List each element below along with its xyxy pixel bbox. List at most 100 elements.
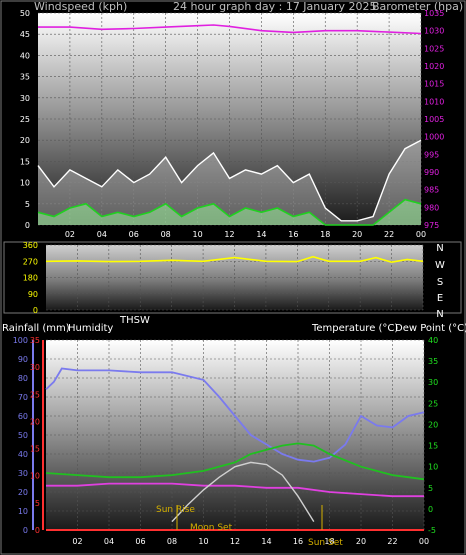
tick-label: 20 — [356, 537, 366, 546]
tick-label: 04 — [104, 537, 114, 546]
tick-label: 04 — [97, 230, 107, 239]
tick-label: 90 — [28, 290, 38, 299]
direction-axis: 0 90 180 270 360 — [23, 241, 38, 315]
tick-label: 06 — [129, 230, 139, 239]
compass-letter: S — [437, 277, 443, 288]
tick-label: 25 — [20, 115, 30, 124]
tick-label: 10 — [198, 537, 208, 546]
tick-label: 15 — [30, 445, 40, 454]
tick-label: 02 — [72, 537, 82, 546]
dewpoint-label: Dew Point (°C) — [395, 323, 466, 334]
tick-label: 0 — [35, 526, 40, 535]
tick-label: 14 — [261, 537, 271, 546]
compass-letters: NWSEN — [435, 243, 445, 320]
tick-label: 1020 — [424, 62, 444, 71]
tick-label: 14 — [256, 230, 266, 239]
tick-label: 06 — [135, 537, 145, 546]
tick-label: 40 — [20, 51, 30, 60]
tick-label: 10 — [428, 463, 438, 472]
tick-label: -5 — [428, 526, 436, 535]
tick-label: 20 — [18, 488, 28, 497]
tick-label: 980 — [424, 203, 439, 212]
tick-label: 35 — [20, 73, 30, 82]
tick-label: 360 — [23, 241, 38, 250]
tick-label: 16 — [293, 537, 303, 546]
tick-label: 180 — [23, 274, 38, 283]
tick-label: 20 — [20, 136, 30, 145]
tick-label: 0 — [428, 505, 433, 514]
tick-label: 1025 — [424, 44, 444, 53]
tick-label: 90 — [18, 355, 28, 364]
tick-label: 30 — [30, 363, 40, 372]
tick-label: 10 — [18, 507, 28, 516]
tick-label: 35 — [428, 357, 438, 366]
tick-label: 35 — [30, 336, 40, 345]
tick-label: 10 — [20, 179, 30, 188]
tick-label: 40 — [428, 336, 438, 345]
tick-label: 30 — [428, 378, 438, 387]
tick-label: 16 — [288, 230, 298, 239]
tick-label: 25 — [30, 390, 40, 399]
tick-label: 18 — [320, 230, 330, 239]
compass-letter: E — [437, 293, 443, 304]
tick-label: 08 — [161, 230, 171, 239]
tick-label: 80 — [18, 374, 28, 383]
tick-label: 20 — [428, 420, 438, 429]
header-center: 24 hour graph day : 17 January 2025 — [173, 0, 377, 13]
tick-label: 02 — [65, 230, 75, 239]
tick-label: 12 — [224, 230, 234, 239]
sunset-label: Sun Set — [308, 538, 343, 548]
tick-label: 0 — [23, 526, 28, 535]
tick-label: 0 — [25, 221, 30, 230]
compass-letter: N — [436, 243, 443, 254]
humidity-label: Humidity — [68, 323, 113, 334]
tick-label: 12 — [230, 537, 240, 546]
tick-label: 5 — [428, 484, 433, 493]
thsw-label: THSW — [119, 315, 150, 326]
tick-label: 50 — [18, 431, 28, 440]
moonset-label: Moon Set — [190, 523, 233, 533]
rainfall-label: Rainfall (mm) — [2, 323, 70, 334]
tick-label: 100 — [13, 336, 28, 345]
sunrise-label: Sun Rise — [156, 505, 195, 515]
temperature-label: Temperature (°C) — [311, 323, 398, 334]
tick-label: 1015 — [424, 80, 444, 89]
tick-label: 40 — [18, 450, 28, 459]
tick-label: 20 — [30, 417, 40, 426]
compass-letter: N — [436, 309, 443, 320]
tick-label: 995 — [424, 150, 439, 159]
tick-label: 990 — [424, 168, 439, 177]
tick-label: 985 — [424, 186, 439, 195]
tick-label: 50 — [20, 9, 30, 18]
tick-label: 1035 — [424, 9, 444, 18]
tick-label: 60 — [18, 412, 28, 421]
tick-label: 10 — [30, 472, 40, 481]
tick-label: 10 — [192, 230, 202, 239]
compass-letter: W — [435, 260, 445, 271]
tick-label: 25 — [428, 399, 438, 408]
tick-label: 15 — [20, 157, 30, 166]
tick-label: 22 — [387, 537, 397, 546]
tick-label: 5 — [25, 200, 30, 209]
tick-label: 1010 — [424, 97, 444, 106]
tick-label: 45 — [20, 30, 30, 39]
weather-chart: Windspeed (kph) 24 hour graph day : 17 J… — [0, 0, 466, 555]
tick-label: 270 — [23, 257, 38, 266]
header-right: Barometer (hpa) — [372, 0, 463, 13]
tick-label: 1005 — [424, 115, 444, 124]
tick-label: 1030 — [424, 27, 444, 36]
tick-label: 08 — [167, 537, 177, 546]
windspeed-axis: 0 5 10 15 20 25 30 35 40 45 50 — [20, 9, 30, 230]
tick-label: 70 — [18, 393, 28, 402]
wind-x-axis: 02 04 06 08 10 12 14 16 18 20 22 00 — [65, 230, 426, 239]
tick-label: 30 — [18, 469, 28, 478]
tick-label: 20 — [352, 230, 362, 239]
rainfall-axis: 0 5 10 15 20 25 30 35 — [30, 336, 44, 535]
tick-label: 1000 — [424, 133, 444, 142]
tick-label: 00 — [416, 230, 426, 239]
tick-label: 5 — [35, 499, 40, 508]
header-left: Windspeed (kph) — [34, 0, 127, 13]
temperature-axis: -5 0 5 10 15 20 25 30 35 40 — [428, 336, 438, 535]
tick-label: 00 — [419, 537, 429, 546]
tick-label: 0 — [33, 306, 38, 315]
